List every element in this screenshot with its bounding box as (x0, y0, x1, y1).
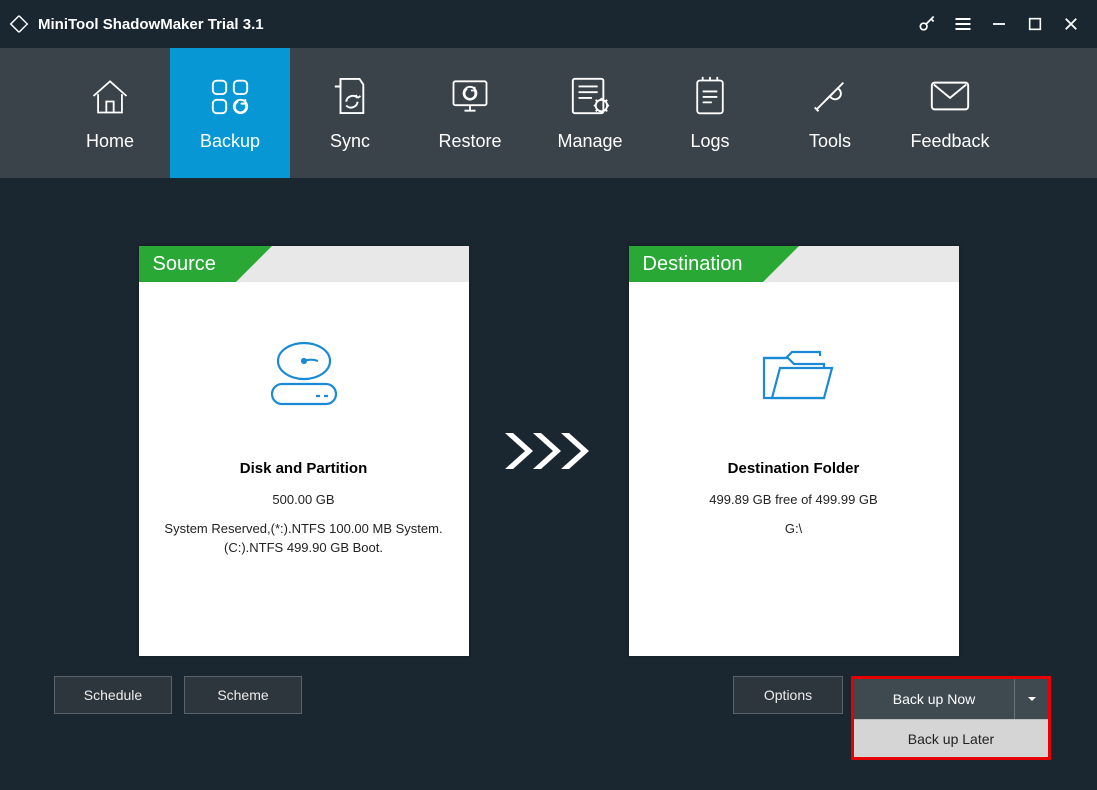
tools-icon (809, 75, 851, 117)
manage-icon (569, 75, 611, 117)
content-area: Source Disk and Partition 500.00 GB Syst… (0, 178, 1097, 790)
source-detail-1: System Reserved,(*:).NTFS 100.00 MB Syst… (152, 520, 454, 539)
backup-now-button[interactable]: Back up Now (854, 679, 1014, 719)
source-tab: Source (139, 246, 236, 282)
close-icon[interactable] (1053, 6, 1089, 42)
titlebar: MiniTool ShadowMaker Trial 3.1 (0, 0, 1097, 48)
app-title: MiniTool ShadowMaker Trial 3.1 (38, 16, 264, 33)
nav-restore-label: Restore (438, 131, 501, 152)
nav-tools-label: Tools (809, 131, 851, 152)
nav-tools[interactable]: Tools (770, 48, 890, 178)
source-detail-2: (C:).NTFS 499.90 GB Boot. (212, 539, 395, 558)
destination-title: Destination Folder (728, 460, 860, 477)
destination-tab-row: Destination (629, 246, 959, 282)
destination-tab: Destination (629, 246, 763, 282)
nav-feedback-label: Feedback (910, 131, 989, 152)
destination-free: 499.89 GB free of 499.99 GB (697, 491, 889, 510)
nav-restore[interactable]: Restore (410, 48, 530, 178)
minimize-icon[interactable] (981, 6, 1017, 42)
backup-dropdown-caret[interactable] (1014, 679, 1048, 719)
nav-home[interactable]: Home (50, 48, 170, 178)
schedule-button[interactable]: Schedule (54, 676, 172, 714)
sync-icon (331, 75, 369, 117)
source-panel[interactable]: Source Disk and Partition 500.00 GB Syst… (139, 246, 469, 656)
app-logo-icon (8, 13, 30, 35)
navbar: Home Backup Sync Restore Manage Logs T (0, 48, 1097, 178)
backup-icon (207, 75, 253, 117)
backup-dropdown-group: Back up Now Back up Later (851, 676, 1051, 760)
options-button[interactable]: Options (733, 676, 843, 714)
destination-panel[interactable]: Destination Destination Folder 499.89 GB… (629, 246, 959, 656)
disk-icon (260, 338, 348, 410)
destination-path: G:\ (773, 520, 814, 539)
key-icon[interactable] (909, 6, 945, 42)
nav-sync[interactable]: Sync (290, 48, 410, 178)
nav-backup[interactable]: Backup (170, 48, 290, 178)
nav-manage-label: Manage (557, 131, 622, 152)
menu-icon[interactable] (945, 6, 981, 42)
home-icon (88, 75, 132, 117)
maximize-icon[interactable] (1017, 6, 1053, 42)
source-size: 500.00 GB (260, 491, 346, 510)
logs-icon (691, 75, 729, 117)
restore-icon (448, 75, 492, 117)
nav-logs-label: Logs (690, 131, 729, 152)
source-title: Disk and Partition (240, 460, 368, 477)
nav-manage[interactable]: Manage (530, 48, 650, 178)
backup-later-button[interactable]: Back up Later (854, 719, 1048, 757)
nav-logs[interactable]: Logs (650, 48, 770, 178)
nav-feedback[interactable]: Feedback (890, 48, 1010, 178)
nav-backup-label: Backup (200, 131, 260, 152)
bottom-bar: Schedule Scheme Options Back up Now Back… (54, 676, 1051, 760)
nav-sync-label: Sync (330, 131, 370, 152)
source-tab-row: Source (139, 246, 469, 282)
direction-arrows-icon (499, 429, 599, 473)
feedback-icon (928, 75, 972, 117)
scheme-button[interactable]: Scheme (184, 676, 302, 714)
folder-icon (750, 338, 838, 410)
nav-home-label: Home (86, 131, 134, 152)
